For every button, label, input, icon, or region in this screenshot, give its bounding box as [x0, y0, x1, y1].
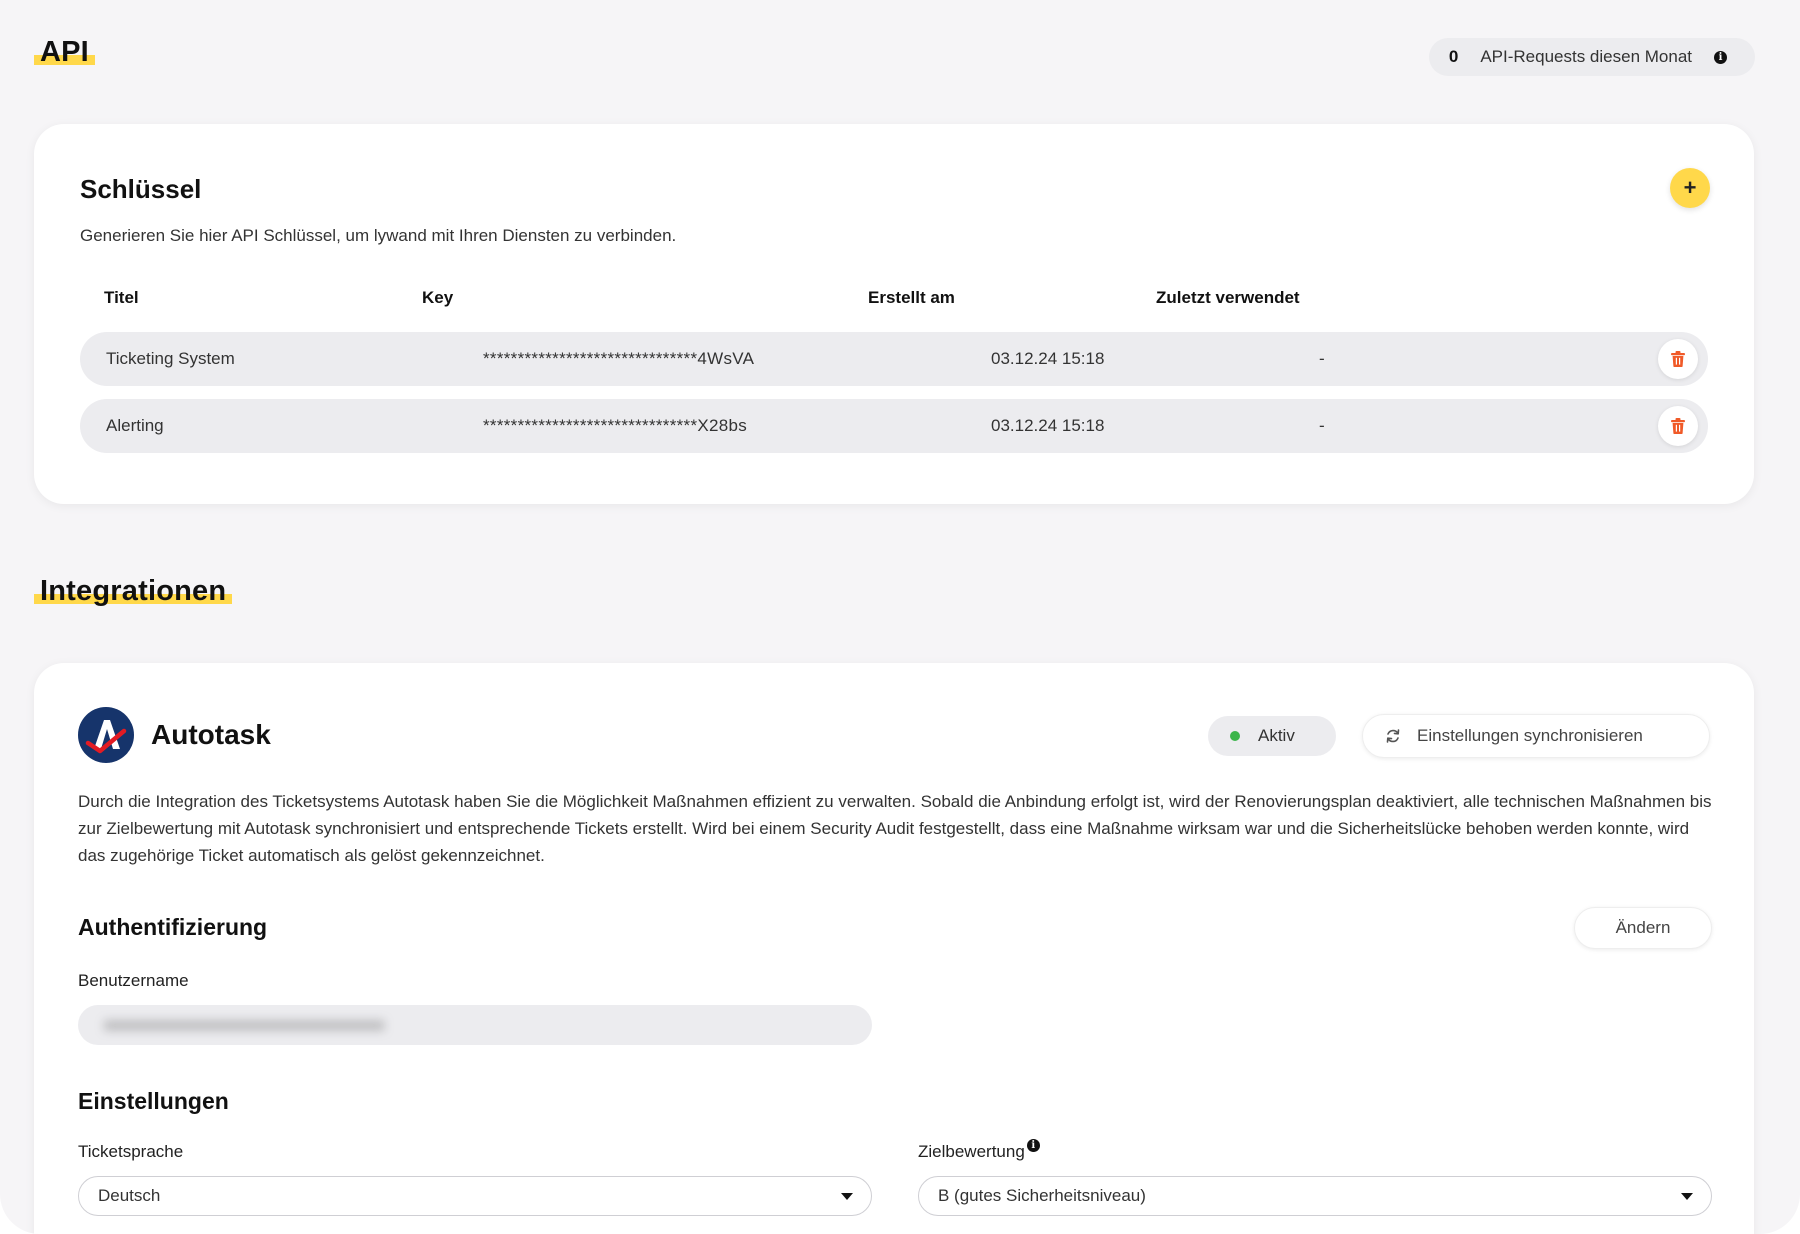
page: API 0 API-Requests diesen Monat i Schlüs… — [0, 0, 1800, 1234]
chevron-down-icon — [841, 1193, 853, 1200]
row-created: 03.12.24 15:18 — [991, 349, 1105, 368]
info-icon[interactable]: i — [1026, 1139, 1040, 1152]
keys-heading: Schlüssel — [80, 174, 202, 204]
sync-settings-label: Einstellungen synchronisieren — [1417, 726, 1643, 745]
row-last-used: - — [1319, 349, 1325, 368]
ticket-language-value: Deutsch — [98, 1186, 161, 1205]
status-dot-icon — [1230, 731, 1240, 741]
status-badge: Aktiv — [1208, 716, 1336, 756]
delete-key-button[interactable] — [1658, 339, 1698, 379]
row-title: Ticketing System — [106, 349, 235, 368]
autotask-logo — [78, 707, 134, 763]
api-section-title: API — [34, 36, 95, 69]
column-header-created: Erstellt am — [868, 288, 955, 307]
status-label: Aktiv — [1258, 726, 1295, 745]
api-keys-card: Schlüssel + Generieren Sie hier API Schl… — [34, 124, 1754, 504]
integrations-section-title: Integrationen — [34, 575, 233, 608]
delete-key-button[interactable] — [1658, 406, 1698, 446]
info-icon[interactable]: i — [1714, 50, 1727, 64]
row-last-used: - — [1319, 416, 1325, 435]
add-key-button[interactable]: + — [1670, 168, 1710, 208]
target-rating-value: B (gutes Sicherheitsniveau) — [938, 1186, 1146, 1205]
chevron-down-icon — [1681, 1193, 1693, 1200]
api-request-counter: 0 API-Requests diesen Monat i — [1428, 38, 1755, 76]
ticket-language-label: Ticketsprache — [78, 1142, 184, 1161]
integration-name: Autotask — [151, 719, 271, 750]
row-title: Alerting — [106, 416, 164, 435]
sync-icon — [1386, 729, 1400, 743]
target-rating-label: Zielbewertung i — [918, 1139, 1040, 1162]
api-request-label: API-Requests diesen Monat — [1480, 47, 1692, 66]
ticket-language-select[interactable]: Deutsch — [78, 1176, 872, 1216]
keys-description: Generieren Sie hier API Schlüssel, um ly… — [80, 226, 677, 245]
plus-icon: + — [1683, 175, 1697, 200]
username-label: Benutzername — [78, 971, 189, 990]
auth-heading: Authentifizierung — [78, 914, 268, 940]
autotask-integration-card: Autotask Aktiv Einstellungen synchronisi… — [34, 663, 1754, 1234]
sync-settings-button[interactable]: Einstellungen synchronisieren — [1362, 714, 1710, 758]
table-row: Ticketing System ***********************… — [80, 332, 1708, 386]
target-rating-label-text: Zielbewertung — [918, 1142, 1025, 1161]
target-rating-select[interactable]: B (gutes Sicherheitsniveau) — [918, 1176, 1712, 1216]
column-header-last-used: Zuletzt verwendet — [1156, 288, 1300, 307]
username-value-blurred: xxxxxxxxxxxxxxxxxxxxxxxxxxxxxxxxx — [104, 1015, 385, 1034]
row-created: 03.12.24 15:18 — [991, 416, 1105, 435]
column-header-key: Key — [422, 288, 454, 307]
api-request-count: 0 — [1448, 47, 1459, 66]
username-field: xxxxxxxxxxxxxxxxxxxxxxxxxxxxxxxxx — [78, 1005, 872, 1045]
table-row: Alerting *******************************… — [80, 399, 1708, 453]
row-key: *******************************4WsVA — [483, 349, 755, 368]
trash-icon — [1671, 351, 1685, 367]
trash-icon — [1671, 418, 1685, 434]
change-auth-button[interactable]: Ändern — [1574, 907, 1712, 949]
row-key: *******************************X28bs — [483, 416, 748, 435]
column-header-title: Titel — [104, 288, 139, 307]
integration-description: Durch die Integration des Ticketsystems … — [78, 792, 1712, 865]
settings-heading: Einstellungen — [78, 1088, 229, 1114]
